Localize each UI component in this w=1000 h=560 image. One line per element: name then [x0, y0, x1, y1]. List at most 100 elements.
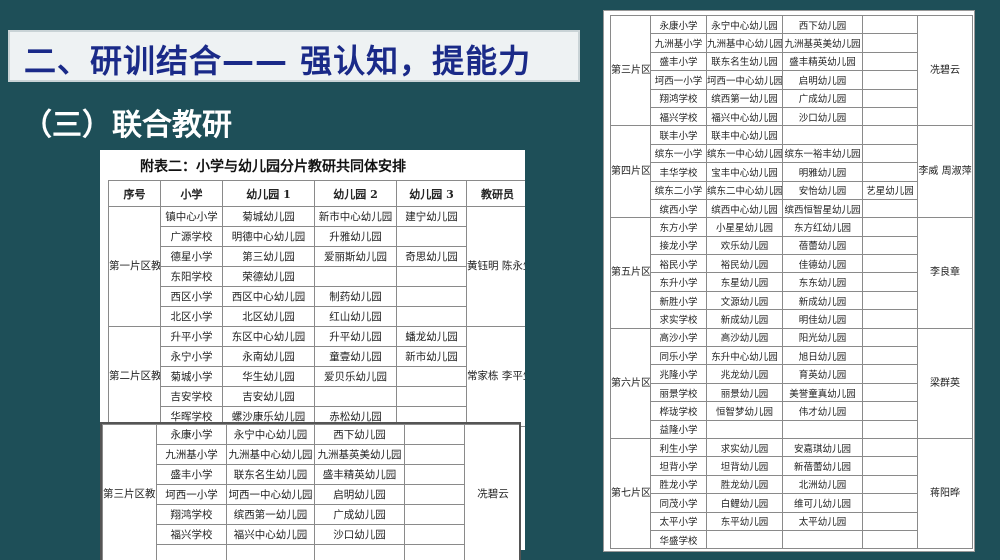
- school-cell: 新胜小学: [650, 290, 707, 311]
- school-cell: [862, 456, 918, 476]
- table-row: 第五片区教研共同体东方小学小星星幼儿园东方红幼儿园 李良章: [610, 217, 973, 329]
- school-cell: 德星小学: [160, 246, 223, 267]
- school-cell: [862, 33, 918, 53]
- school-cell: 童壹幼儿园: [314, 346, 397, 367]
- school-cell: 缤东二中心幼儿园: [706, 180, 783, 200]
- school-cell: 伟才幼儿园: [782, 401, 863, 421]
- table-row: 德星小学 第三幼儿园 爱丽斯幼儿园 奇思幼儿园: [109, 246, 526, 267]
- school-cell: [862, 401, 918, 421]
- school-cell: 新市幼儿园: [396, 346, 467, 367]
- school-cell: [404, 524, 465, 545]
- table-row: 九洲基小学 九洲基中心幼儿园 九洲基英美幼儿园: [103, 444, 520, 465]
- school-cell: 东星幼儿园: [706, 272, 783, 292]
- column-header: 教研员: [466, 180, 525, 207]
- school-cell: [862, 511, 918, 531]
- school-cell: 东阳学校: [160, 266, 223, 287]
- table-row: 翔鸿学校 缤西第一幼儿园 广成幼儿园: [103, 504, 520, 525]
- table-row: 第三片区教研共同体永康小学永宁中心幼儿园西下幼儿园 冼碧云: [102, 424, 519, 560]
- school-cell: 华生幼儿园: [222, 366, 315, 387]
- school-cell: 坷西一中心幼儿园: [706, 70, 783, 90]
- school-cell: 缤东一裕丰幼儿园: [782, 143, 863, 164]
- school-cell: [396, 366, 467, 387]
- school-cell: 利生小学: [650, 437, 707, 458]
- school-cell: 旭日幼儿园: [782, 346, 863, 366]
- school-cell: 小星星幼儿园: [706, 217, 783, 237]
- school-cell: 九洲基小学: [650, 33, 707, 53]
- school-cell: 九洲基中心幼儿园: [226, 444, 315, 465]
- researcher-cell: 黄钰明 陈永生: [466, 206, 525, 327]
- table-row: 第四片区教研共同体联丰小学联丰中心幼儿园 李威 周淑萍: [610, 125, 973, 219]
- school-cell: 求实学校: [650, 309, 707, 329]
- school-cell: [404, 544, 465, 560]
- school-cell: 永宁中心幼儿园: [226, 424, 315, 445]
- school-cell: 缤东一小学: [650, 143, 707, 164]
- school-cell: 坦背幼儿园: [706, 456, 783, 476]
- school-cell: 镇中心小学: [160, 206, 223, 227]
- school-cell: 文源幼儿园: [706, 290, 783, 311]
- school-cell: 同乐小学: [650, 346, 707, 366]
- arrangement-table: 序号小学幼儿园 1幼儿园 2幼儿园 3教研员第一片区教研共同体镇中心小学菊城幼儿…: [108, 180, 525, 427]
- school-cell: [314, 266, 397, 287]
- school-cell: 兆龙幼儿园: [706, 364, 783, 384]
- school-cell: [396, 306, 467, 327]
- school-cell: [862, 217, 918, 237]
- group-name-cell: 第三片区教研共同体: [102, 424, 157, 560]
- school-cell: 育英幼儿园: [782, 364, 863, 384]
- school-cell: [396, 386, 467, 407]
- school-cell: 奇思幼儿园: [396, 246, 467, 267]
- document-page-right: 第三片区教研共同体永康小学永宁中心幼儿园西下幼儿园 冼碧云 九洲基小学九洲基中心幼儿…: [603, 10, 975, 552]
- school-cell: 明雅幼儿园: [782, 162, 863, 182]
- school-cell: 第三幼儿园: [222, 246, 315, 267]
- school-cell: 新成幼儿园: [782, 290, 863, 311]
- researcher-cell: 常家栋 李平生: [466, 326, 525, 427]
- school-cell: 东方小学: [650, 217, 707, 237]
- school-cell: 蓓蕾幼儿园: [782, 235, 863, 256]
- researcher-cell: 蒋阳晔: [917, 437, 973, 550]
- appendix-title: 附表二：小学与幼儿园分片教研共同体安排: [140, 159, 406, 175]
- school-cell: 西区中心幼儿园: [222, 286, 315, 307]
- table-row: [103, 544, 520, 560]
- school-cell: 裕民小学: [650, 254, 707, 274]
- table-header-row: 序号 小学 幼儿园 1 幼儿园 2 幼儿园 3 教研员: [108, 180, 525, 207]
- table-row: 第七片区教研共同体利生小学求实幼儿园安嘉琪幼儿园 蒋阳晔: [610, 437, 973, 550]
- school-cell: [862, 529, 918, 550]
- school-cell: 联东名生幼儿园: [226, 464, 315, 485]
- school-cell: 联丰小学: [650, 125, 707, 145]
- school-cell: [782, 125, 863, 145]
- table-row: 福兴学校 福兴中心幼儿园 沙口幼儿园: [103, 524, 520, 545]
- school-cell: 北区幼儿园: [222, 306, 315, 327]
- school-cell: [782, 529, 863, 550]
- school-cell: 启明幼儿园: [314, 484, 405, 505]
- school-cell: 九洲基英美幼儿园: [314, 444, 405, 465]
- school-cell: 九洲基英美幼儿园: [782, 33, 863, 53]
- school-cell: 桦珑学校: [650, 401, 707, 421]
- school-cell: 永康小学: [650, 14, 707, 35]
- school-cell: 胜龙小学: [650, 474, 707, 495]
- school-cell: [782, 419, 863, 439]
- school-cell: 永宁小学: [160, 346, 223, 367]
- school-cell: 欢乐幼儿园: [706, 235, 783, 256]
- school-cell: 升雅幼儿园: [314, 226, 397, 247]
- school-cell: 翔鸿学校: [650, 88, 707, 108]
- school-cell: 九洲基中心幼儿园: [706, 33, 783, 53]
- school-cell: 沙口幼儿园: [782, 106, 863, 127]
- school-cell: 缤东二小学: [650, 180, 707, 200]
- school-cell: 爱贝乐幼儿园: [314, 366, 397, 387]
- school-cell: 美誉童真幼儿园: [782, 382, 863, 403]
- slide-title-bar: 二、研训结合—— 强认知，提能力: [8, 30, 580, 82]
- table-row: 第六片区教研共同体高沙小学高沙幼儿园阳光幼儿园 梁群英: [610, 327, 973, 439]
- school-cell: 安怡幼儿园: [782, 180, 863, 200]
- school-cell: [404, 444, 465, 465]
- school-cell: [862, 162, 918, 182]
- table-row: 第二片区教研共同体升平小学东区中心幼儿园升平幼儿园蟠龙幼儿园常家栋 李平生: [108, 326, 525, 427]
- researcher-cell: 冼碧云: [464, 424, 519, 560]
- school-cell: [396, 226, 467, 247]
- school-cell: 丰华学校: [650, 162, 707, 182]
- school-cell: 盛丰小学: [650, 51, 707, 72]
- school-cell: 缤西恒智星幼儿园: [782, 198, 863, 219]
- school-cell: [862, 346, 918, 366]
- school-cell: 九洲基小学: [156, 444, 227, 465]
- school-cell: [862, 235, 918, 256]
- school-cell: 盛丰精英幼儿园: [314, 464, 405, 485]
- school-cell: [862, 70, 918, 90]
